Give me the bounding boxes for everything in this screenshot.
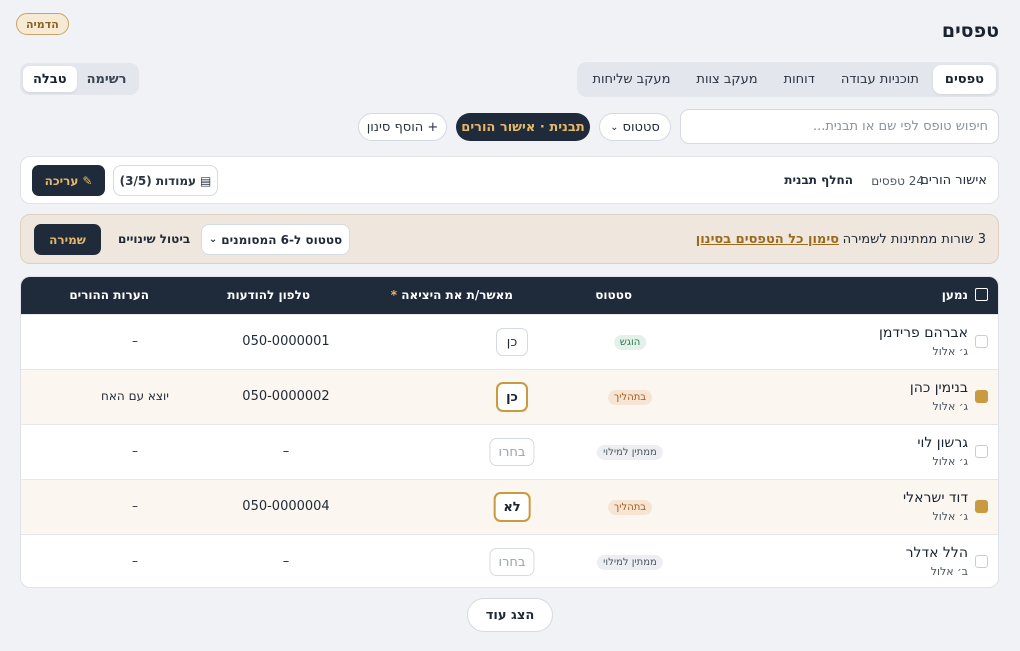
recipient-class: ב׳ אלול — [930, 565, 968, 578]
notes-cell: – — [132, 334, 138, 348]
columns-label: עמודות (3/5) — [119, 173, 197, 188]
notes-cell: – — [132, 444, 138, 458]
tab-work-plans[interactable]: תוכניות עבודה — [829, 65, 931, 94]
row-checkbox[interactable] — [975, 500, 988, 513]
notes-cell: – — [132, 499, 138, 513]
page-title: טפסים — [941, 20, 999, 42]
tab-reports[interactable]: דוחות — [772, 65, 827, 94]
phone-cell: 050-0000002 — [242, 389, 330, 404]
chevron-down-icon: ⌄ — [610, 121, 619, 133]
recipient-class: ג׳ אלול — [932, 510, 968, 523]
recipient-name: אברהם פרידמן — [879, 325, 968, 341]
template-form-count: 24 טפסים — [871, 174, 924, 188]
save-button[interactable]: שמירה — [34, 224, 101, 255]
phone-cell: 050-0000001 — [242, 334, 330, 349]
row-checkbox[interactable] — [975, 335, 988, 348]
recipient-name: הלל אדלר — [905, 545, 968, 561]
edit-button[interactable]: ✎ עריכה — [32, 165, 105, 196]
forms-table: נמען סטטוס מאשר/ת את היציאה * טלפון להוד… — [20, 276, 999, 588]
view-list-button[interactable]: רשימה — [77, 66, 137, 92]
table-row[interactable]: בנימין כהן ג׳ אלול בתהליך כן 050-0000002 יוצא… — [21, 369, 998, 424]
add-filter-button[interactable]: + הוסף סינון — [358, 113, 447, 141]
table-row[interactable]: דוד ישראלי ג׳ אלול בתהליך לא 050-0000004 – — [21, 479, 998, 534]
column-header-status[interactable]: סטטוס — [595, 288, 632, 302]
status-badge: בתהליך — [607, 500, 653, 515]
recipient-class: ג׳ אלול — [932, 400, 968, 413]
tab-forms[interactable]: טפסים — [932, 65, 996, 94]
recipient-class: ג׳ אלול — [932, 455, 968, 468]
notes-cell: – — [132, 554, 138, 568]
tab-mission-tracking[interactable]: מעקב שליחות — [580, 65, 682, 94]
recipient-class: ג׳ אלול — [932, 345, 968, 358]
pencil-icon: ✎ — [82, 173, 93, 188]
pending-changes-text: 3 שורות ממתינות לשמירה — [842, 232, 986, 247]
chevron-down-icon: ⌄ — [208, 234, 218, 245]
column-header-approver[interactable]: מאשר/ת את היציאה * — [391, 288, 513, 302]
select-all-checkbox[interactable] — [975, 288, 988, 301]
column-header-recipient[interactable]: נמען — [942, 288, 968, 302]
bulk-status-label: סטטוס ל-6 המסומנים — [221, 232, 343, 247]
tab-team-tracking[interactable]: מעקב צוות — [684, 65, 769, 94]
columns-button[interactable]: ▤ עמודות (3/5) — [113, 165, 218, 196]
approver-select[interactable]: כן — [496, 382, 528, 412]
recipient-name: בנימין כהן — [909, 380, 968, 396]
status-badge: ממתין למילוי — [597, 555, 663, 570]
column-header-phone[interactable]: טלפון להודעות — [227, 288, 310, 302]
demo-badge: הדמיה — [16, 13, 69, 35]
approver-header-label: מאשר/ת את היציאה — [401, 288, 513, 302]
status-badge: ממתין למילוי — [597, 445, 663, 460]
pending-changes-bar: 3 שורות ממתינות לשמירה סימון כל הטפסים ב… — [20, 214, 999, 264]
search-input[interactable] — [680, 109, 999, 144]
table-row[interactable]: גרשון לוי ג׳ אלול ממתין למילוי בחרו – – — [21, 424, 998, 479]
approver-select[interactable]: בחרו — [489, 548, 535, 576]
recipient-name: גרשון לוי — [917, 435, 968, 451]
status-filter-dropdown[interactable]: סטטוס ⌄ — [599, 113, 671, 141]
status-badge: הוגש — [613, 335, 647, 350]
bulk-status-dropdown[interactable]: סטטוס ל-6 המסומנים ⌄ — [201, 224, 350, 255]
required-marker: * — [390, 288, 398, 302]
recipient-name: דוד ישראלי — [903, 490, 968, 506]
select-all-in-filter-link[interactable]: סימון כל הטפסים בסינון — [696, 232, 839, 247]
approver-select[interactable]: לא — [493, 492, 531, 522]
show-more-button[interactable]: הצג עוד — [467, 598, 553, 632]
approver-select[interactable]: בחרו — [489, 438, 535, 466]
notes-cell: יוצא עם האח — [101, 389, 169, 403]
main-tabs: טפסים תוכניות עבודה דוחות מעקב צוות מעקב… — [577, 62, 999, 97]
table-row[interactable]: הלל אדלר ב׳ אלול ממתין למילוי בחרו – – — [21, 534, 998, 587]
template-filter-chip[interactable]: תבנית · אישור הורים — [456, 113, 590, 141]
table-row[interactable]: אברהם פרידמן ג׳ אלול הוגש כן 050-0000001 – — [21, 314, 998, 369]
row-checkbox[interactable] — [975, 555, 988, 568]
column-header-notes[interactable]: הערות ההורים — [69, 288, 149, 302]
view-toggle: רשימה טבלה — [20, 63, 140, 95]
template-card: אישור הורים 24 טפסים החלף תבנית ▤ עמודות… — [20, 156, 999, 204]
row-checkbox[interactable] — [975, 445, 988, 458]
switch-template-button[interactable]: החלף תבנית — [784, 173, 853, 187]
cancel-changes-button[interactable]: ביטול שינויים — [118, 232, 190, 246]
status-filter-label: סטטוס — [622, 119, 660, 135]
phone-cell: – — [282, 554, 290, 569]
template-name: אישור הורים — [920, 173, 987, 188]
view-table-button[interactable]: טבלה — [23, 66, 77, 92]
columns-icon: ▤ — [200, 173, 212, 188]
approver-select[interactable]: כן — [496, 328, 528, 356]
phone-cell: – — [282, 444, 290, 459]
status-badge: בתהליך — [607, 390, 653, 405]
table-header: נמען סטטוס מאשר/ת את היציאה * טלפון להוד… — [21, 277, 998, 314]
edit-label: עריכה — [44, 173, 79, 188]
phone-cell: 050-0000004 — [242, 499, 330, 514]
row-checkbox[interactable] — [975, 390, 988, 403]
